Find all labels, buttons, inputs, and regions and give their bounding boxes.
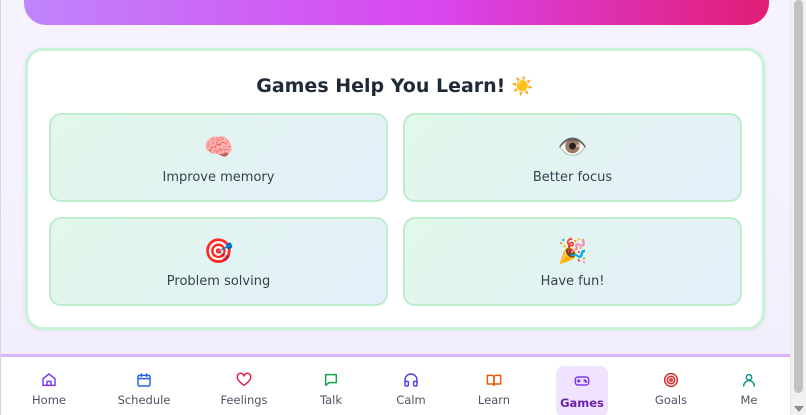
nav-label-talk: Talk xyxy=(319,393,343,407)
bottom-nav: Home Schedule Feelings Talk Calm Learn G… xyxy=(1,354,791,415)
benefit-label: Problem solving xyxy=(166,274,271,289)
gamepad-icon xyxy=(574,376,590,386)
benefit-tile-focus[interactable]: 👁️ Better focus xyxy=(403,113,742,202)
headphones-icon xyxy=(404,373,418,387)
heart-icon xyxy=(236,372,252,387)
brain-icon: 🧠 xyxy=(203,133,234,161)
sun-icon: ☀️ xyxy=(511,76,534,97)
scrollbar-thumb[interactable] xyxy=(794,0,803,393)
nav-item-learn[interactable]: Learn xyxy=(464,365,524,413)
chat-icon xyxy=(324,373,338,387)
book-icon xyxy=(486,374,502,387)
benefit-label: Have fun! xyxy=(540,274,605,289)
games-benefits-card: Games Help You Learn! ☀️ 🧠 Improve memory… xyxy=(25,48,765,330)
nav-item-me[interactable]: Me xyxy=(719,365,779,413)
nav-item-feelings[interactable]: Feelings xyxy=(214,365,274,413)
card-title-text: Games Help You Learn! xyxy=(256,75,506,97)
card-title: Games Help You Learn! ☀️ xyxy=(28,75,762,97)
scroll-down-arrow-icon[interactable] xyxy=(794,406,804,412)
benefit-tile-fun[interactable]: 🎉 Have fun! xyxy=(403,217,742,306)
user-icon xyxy=(742,373,756,387)
nav-item-talk[interactable]: Talk xyxy=(301,365,361,413)
nav-label-learn: Learn xyxy=(477,393,511,407)
party-popper-icon: 🎉 xyxy=(557,237,588,265)
benefit-label: Improve memory xyxy=(162,170,275,185)
nav-item-games[interactable]: Games xyxy=(556,366,608,415)
calendar-icon xyxy=(137,373,151,387)
nav-label-me: Me xyxy=(740,393,758,407)
nav-item-calm[interactable]: Calm xyxy=(381,365,441,413)
target-icon xyxy=(663,372,679,388)
nav-label-schedule: Schedule xyxy=(117,393,171,407)
nav-label-home: Home xyxy=(32,393,66,407)
benefit-label: Better focus xyxy=(532,170,613,185)
nav-label-goals: Goals xyxy=(654,393,688,407)
nav-item-schedule[interactable]: Schedule xyxy=(114,365,174,413)
home-icon xyxy=(42,373,56,387)
vertical-scrollbar[interactable] xyxy=(790,0,806,415)
nav-label-games: Games xyxy=(560,396,604,410)
nav-label-calm: Calm xyxy=(396,393,426,407)
nav-item-goals[interactable]: Goals xyxy=(641,365,701,413)
nav-label-feelings: Feelings xyxy=(220,393,268,407)
target-icon: 🎯 xyxy=(203,237,234,265)
benefit-tile-problem-solving[interactable]: 🎯 Problem solving xyxy=(49,217,388,306)
benefit-tile-memory[interactable]: 🧠 Improve memory xyxy=(49,113,388,202)
top-banner xyxy=(24,0,769,25)
eye-icon: 👁️ xyxy=(557,133,588,161)
nav-item-home[interactable]: Home xyxy=(19,365,79,413)
